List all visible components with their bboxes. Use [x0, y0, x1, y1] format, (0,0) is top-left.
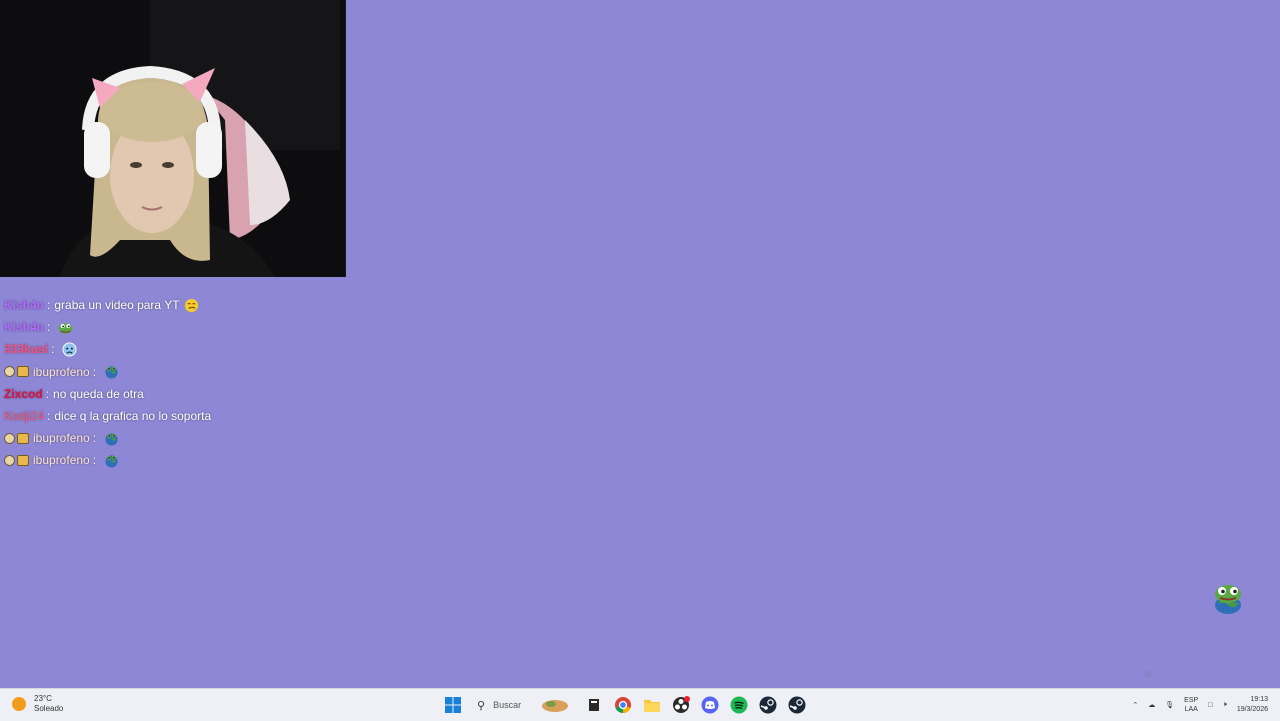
chat-username: ibuprofeno: [33, 453, 90, 468]
chat-username: ibuprofeno: [33, 431, 90, 446]
webcam-overlay: [0, 0, 346, 277]
discord-icon[interactable]: [699, 694, 721, 716]
circle-badge-icon: [4, 432, 15, 444]
chat-overlay: Kish4n: graba un video para YT Kish4n: 3…: [4, 294, 344, 472]
chat-message: Kodji24: dice q la grafica no lo soporta: [4, 409, 212, 424]
gift-badge-icon: [17, 432, 29, 444]
system-tray: ⌃ ☁ 🎙 ESP LAA □ 🕨 19:13 19/3/2026: [1127, 689, 1280, 721]
pepe-earth-emote-icon: [105, 455, 118, 468]
pepe-earth-sticker-icon: [1215, 585, 1241, 614]
circle-badge-icon: [4, 366, 15, 378]
search-placeholder: Buscar: [493, 700, 522, 710]
chevron-up-icon[interactable]: ⌃: [1132, 701, 1138, 709]
chat-username: 333kusi: [4, 342, 49, 357]
pepe-emote-icon: [58, 323, 73, 334]
chat-message: Kish4n:: [4, 316, 344, 338]
chat-text: graba un video para YT: [54, 298, 180, 313]
spotify-icon[interactable]: [728, 694, 750, 716]
weather-widget[interactable]: 23°C Soleado: [12, 694, 63, 714]
chrome-icon[interactable]: [612, 694, 634, 716]
network-icon[interactable]: ☁: [1148, 701, 1155, 709]
microphone-icon[interactable]: 🎙: [1165, 701, 1174, 709]
weather-temp: 23°C: [34, 694, 52, 703]
chat-message: 333kusi:: [4, 338, 344, 360]
circle-badge-icon: [4, 454, 15, 466]
taskbar-apps: ⚲ Buscar: [438, 689, 811, 721]
chat-message: Zixcod: no queda de otra: [4, 386, 144, 401]
chat-text: no queda de otra: [53, 386, 144, 401]
windows-start-icon[interactable]: [442, 694, 464, 716]
clock[interactable]: 19:13 19/3/2026: [1237, 695, 1268, 715]
weather-condition: Soleado: [34, 704, 64, 713]
sad-emote-icon: [62, 342, 77, 357]
volume-icon[interactable]: 🕨: [1222, 701, 1226, 709]
file-explorer-icon[interactable]: [641, 694, 663, 716]
chat-message: ibuprofeno:: [4, 449, 344, 471]
steam-icon[interactable]: [786, 694, 808, 716]
chat-message: Kish4n: graba un video para YT: [4, 294, 344, 316]
chat-username: Kish4n: [4, 298, 45, 313]
chat-message: ibuprofeno:: [4, 361, 344, 383]
search-highlight-icon: [542, 700, 568, 712]
sun-icon: [12, 697, 26, 711]
chat-message: ibuprofeno:: [4, 427, 344, 449]
clock-date: 19/3/2026: [1236, 706, 1268, 713]
clock-time: 19:13: [1250, 696, 1268, 703]
chat-username: Kodji24: [4, 409, 45, 424]
pepe-earth-emote-icon: [105, 433, 118, 446]
chat-username: Zixcod: [4, 386, 43, 401]
smirk-emote-icon: [184, 298, 198, 312]
display-icon[interactable]: □: [1208, 702, 1212, 709]
steam-icon[interactable]: [757, 694, 779, 716]
language-indicator[interactable]: ESP LAA: [1184, 696, 1198, 714]
gift-badge-icon: [17, 366, 29, 378]
cursor-dot: [1144, 670, 1152, 678]
chat-username: Kish4n: [4, 320, 45, 335]
pepe-earth-emote-icon: [105, 366, 118, 379]
obs-icon[interactable]: [670, 694, 692, 716]
taskbar-search[interactable]: ⚲ Buscar: [473, 694, 569, 716]
file-icon[interactable]: [583, 694, 605, 716]
taskbar: 23°C Soleado ⚲ Buscar ⌃ ☁ 🎙 ESP LAA □ 🕨 …: [0, 688, 1280, 721]
gift-badge-icon: [17, 454, 29, 466]
search-icon: ⚲: [477, 699, 486, 712]
chat-username: ibuprofeno: [33, 364, 90, 379]
chat-text: dice q la grafica no lo soporta: [54, 409, 212, 424]
